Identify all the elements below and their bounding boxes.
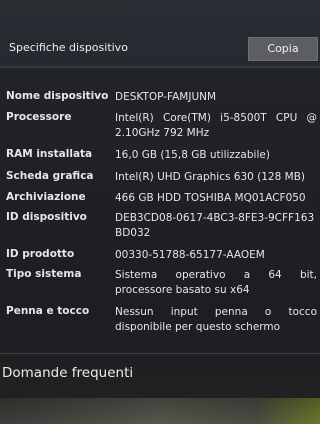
spec-value: DEB3CD08-0617-4BC3-8FE3-9CFF163BD032 <box>115 212 315 239</box>
copy-button[interactable]: Copia <box>248 37 318 61</box>
spec-label: ID dispositivo <box>6 211 87 223</box>
divider <box>0 66 320 68</box>
background-edge <box>0 398 320 424</box>
spec-value: 16,0 GB (15,8 GB utilizzabile) <box>115 149 270 161</box>
spec-label: RAM installata <box>6 148 93 160</box>
spec-label: Scheda grafica <box>6 170 94 182</box>
spec-value: Intel(R) UHD Graphics 630 (128 MB) <box>115 171 305 183</box>
spec-label: Processore <box>6 111 72 123</box>
spec-value: 466 GB HDD TOSHIBA MQ01ACF050 <box>115 192 306 204</box>
faq-heading[interactable]: Domande frequenti <box>2 365 133 381</box>
spec-label: Nome dispositivo <box>6 90 109 102</box>
section-title: Specifiche dispositivo <box>9 41 128 54</box>
spec-value: Nessun input penna o tocco disponibile p… <box>115 306 317 333</box>
spec-label: ID prodotto <box>6 248 75 260</box>
spec-value: Intel(R) Core(TM) i5-8500T CPU @ 2.10GHz… <box>115 112 317 139</box>
spec-value: DESKTOP-FAMJUNM <box>115 91 217 103</box>
spec-label: Tipo sistema <box>6 268 82 280</box>
divider <box>0 353 320 354</box>
spec-label: Archiviazione <box>6 191 86 203</box>
settings-window: Specifiche dispositivo Copia Nome dispos… <box>0 0 320 424</box>
spec-value: 00330-51788-65177-AAOEM <box>115 249 265 261</box>
spec-value: Sistema operativo a 64 bit, processore b… <box>115 269 317 296</box>
spec-label: Penna e tocco <box>6 305 90 317</box>
